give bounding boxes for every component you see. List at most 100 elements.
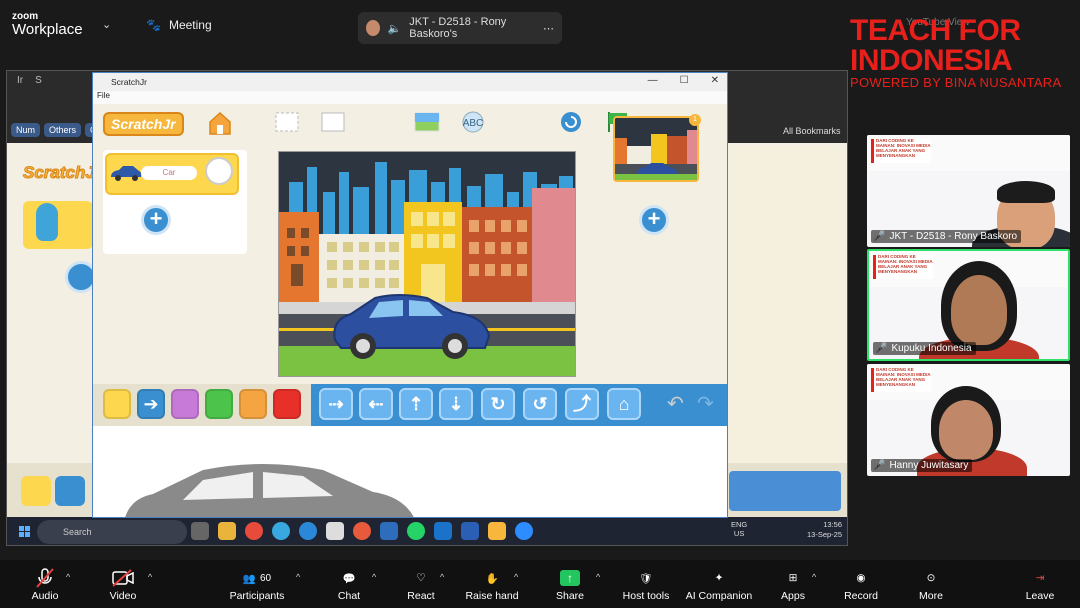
clock[interactable]: 13:56 13-Sep-25 (807, 520, 842, 540)
chrome-icon[interactable] (245, 522, 263, 540)
task-view-icon[interactable] (191, 522, 209, 540)
participants-button[interactable]: 👥 60 Participants (226, 566, 288, 603)
paint-editor-icon[interactable] (205, 157, 233, 185)
leave-icon: ⇥ (1035, 572, 1045, 584)
active-speaker-pill[interactable]: 🔈 JKT - D2518 - Rony Baskoro's ⋯ (358, 12, 562, 44)
minimize-icon[interactable]: — (648, 75, 658, 86)
zoom-icon[interactable] (515, 522, 533, 540)
chat-icon: 💬 (342, 572, 356, 585)
word-icon[interactable] (461, 522, 479, 540)
bookmark-others[interactable]: Others (44, 123, 82, 137)
audio-button[interactable]: Audio (28, 566, 62, 602)
motion-category-icon[interactable]: ➔ (137, 389, 165, 419)
app-icon[interactable] (353, 522, 371, 540)
page-thumbnail[interactable] (613, 116, 699, 182)
more-button[interactable]: ⊙ More (914, 566, 948, 602)
share-button[interactable]: ↑ Share (552, 566, 588, 602)
all-bookmarks[interactable]: All Bookmarks (783, 126, 841, 136)
grid-icon[interactable] (319, 110, 347, 134)
taskbar-search[interactable]: Search (37, 520, 187, 544)
raise-hand-options-caret[interactable]: ^ (514, 572, 518, 582)
apps-options-caret[interactable]: ^ (812, 572, 816, 582)
windows-start-icon[interactable] (19, 525, 31, 543)
react-options-caret[interactable]: ^ (440, 572, 444, 582)
react-button[interactable]: ♡ React (404, 566, 438, 602)
add-sprite-button[interactable]: + (141, 205, 171, 235)
background-undo-redo (729, 471, 841, 511)
move-left-block[interactable]: ⇠ (359, 388, 393, 420)
leave-button[interactable]: ⇥ Leave (1024, 566, 1056, 602)
reset-icon[interactable] (557, 110, 585, 134)
move-up-block[interactable]: ⇡ (399, 388, 433, 420)
turn-left-block[interactable]: ↺ (523, 388, 557, 420)
top-icons: ABC (273, 110, 631, 134)
notepad-icon[interactable] (326, 522, 344, 540)
text-icon[interactable]: ABC (459, 110, 487, 134)
looks-category-icon[interactable] (171, 389, 199, 419)
audio-options-caret[interactable]: ^ (66, 572, 70, 582)
chevron-down-icon[interactable]: ⌄ (102, 18, 111, 31)
move-down-block[interactable]: ⇣ (439, 388, 473, 420)
record-button[interactable]: ◉ Record (842, 566, 880, 602)
add-page-button[interactable]: + (639, 205, 669, 235)
turn-right-block[interactable]: ↻ (481, 388, 515, 420)
meeting-button[interactable]: 🐾 Meeting (146, 18, 212, 32)
apps-button[interactable]: ⊞ Apps (778, 566, 808, 602)
photos-icon[interactable] (380, 522, 398, 540)
language-indicator[interactable]: ENG US (731, 520, 747, 538)
menu-file[interactable]: File (97, 91, 110, 100)
person-hair (997, 181, 1055, 203)
ai-companion-label: AI Companion (685, 590, 753, 602)
window-titlebar[interactable]: ScratchJr (93, 73, 727, 91)
browser-tab[interactable]: Ir (17, 75, 23, 86)
script-area[interactable] (93, 426, 727, 517)
background-icon[interactable] (413, 110, 441, 134)
redo-icon[interactable]: ↷ (697, 391, 714, 416)
scratchjr-logo: ScratchJr (103, 112, 184, 136)
leave-label: Leave (1025, 590, 1055, 602)
participants-icon: 👥 60 (242, 572, 272, 585)
host-tools-button[interactable]: 🛡 Host tools (618, 566, 674, 603)
maximize-icon[interactable]: ☐ (680, 75, 689, 86)
video-options-caret[interactable]: ^ (148, 572, 152, 582)
hop-block[interactable]: ⤴ (565, 388, 599, 420)
participant-video-tile[interactable]: DARI CODING KE MAINAN: INOVASI MEDIA BEL… (867, 364, 1070, 476)
edge-beta-icon[interactable] (299, 522, 317, 540)
more-icon: ⊙ (926, 572, 936, 584)
scratchjr-window: ScratchJr — ☐ ✕ File ScratchJr ABC Car +… (92, 72, 728, 518)
stage[interactable] (278, 151, 576, 377)
whatsapp-icon[interactable] (407, 522, 425, 540)
outlook-icon[interactable] (434, 522, 452, 540)
participant-video-tile-active[interactable]: DARI CODING KE MAINAN: INOVASI MEDIA BEL… (867, 249, 1070, 361)
chat-options-caret[interactable]: ^ (372, 572, 376, 582)
end-category-icon[interactable] (273, 389, 301, 419)
participants-label: Participants (229, 590, 285, 602)
participants-options-caret[interactable]: ^ (296, 572, 300, 582)
edge-icon[interactable] (272, 522, 290, 540)
raise-hand-button[interactable]: ✋ Raise hand (462, 566, 522, 603)
control-category-icon[interactable] (239, 389, 267, 419)
sound-category-icon[interactable] (205, 389, 233, 419)
browser-tab[interactable]: S (35, 75, 42, 86)
participant-video-tile[interactable]: DARI CODING KE MAINAN: INOVASI MEDIA BEL… (867, 135, 1070, 247)
background-sprite-card (23, 201, 93, 249)
sprite-name-label[interactable]: Car (141, 166, 197, 180)
scratchjr-icon[interactable] (488, 522, 506, 540)
go-home-block[interactable]: ⌂ (607, 388, 641, 420)
slide-title: DARI CODING KE MAINAN: INOVASI MEDIA BEL… (871, 367, 931, 392)
ai-companion-button[interactable]: ✦ AI Companion (684, 566, 754, 602)
fullscreen-icon[interactable] (273, 110, 301, 134)
close-icon[interactable]: ✕ (711, 75, 719, 86)
triggering-category-icon[interactable] (103, 389, 131, 419)
bookmark-num[interactable]: Num (11, 123, 41, 137)
svg-text:ABC: ABC (463, 118, 484, 129)
share-options-caret[interactable]: ^ (596, 572, 600, 582)
more-options-icon[interactable]: ⋯ (543, 22, 554, 35)
home-icon[interactable] (207, 110, 233, 136)
chat-button[interactable]: 💬 Chat (332, 566, 366, 603)
undo-icon[interactable]: ↶ (667, 391, 684, 416)
video-button[interactable]: Video (106, 566, 140, 602)
car-thumbnail-icon (111, 166, 142, 181)
file-explorer-icon[interactable] (218, 522, 236, 540)
move-right-block[interactable]: ⇢ (319, 388, 353, 420)
